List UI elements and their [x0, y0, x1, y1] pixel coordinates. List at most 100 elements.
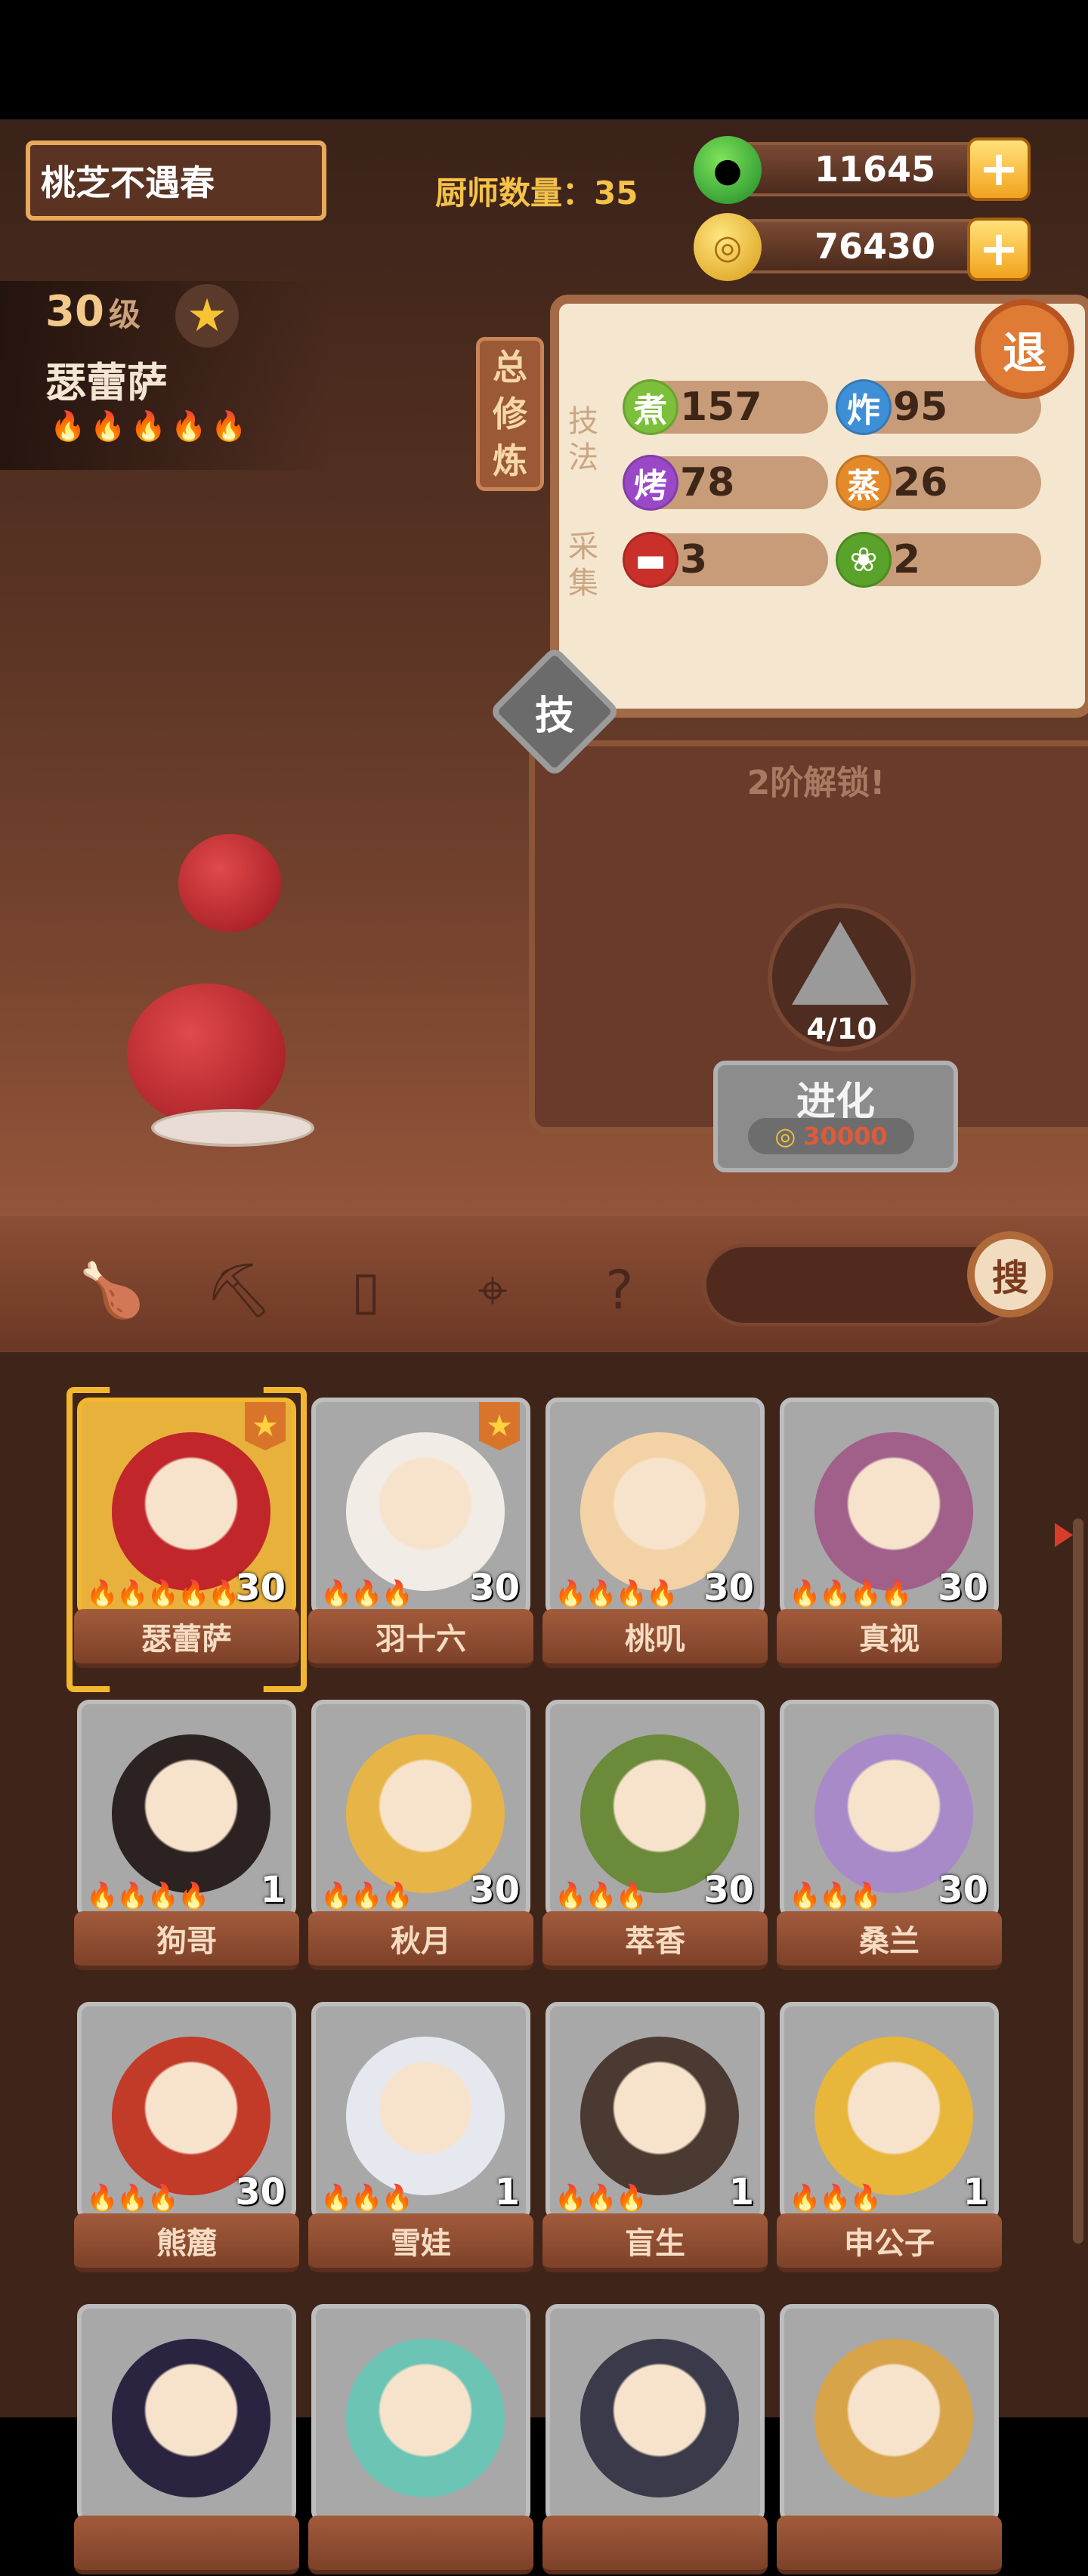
map-filter-icon[interactable]: ?	[583, 1254, 656, 1327]
chef-card[interactable]: 🔥🔥🔥 30 桑兰	[777, 1700, 1002, 1972]
chef-portrait: 🔥🔥🔥🔥 30	[546, 1398, 765, 1617]
shovel-filter-icon[interactable]: ⛏	[202, 1254, 275, 1327]
chef-card[interactable]: 🔥🔥🔥 1 盲生	[542, 2002, 768, 2274]
chef-level: 30	[235, 2171, 286, 2213]
chef-count: 厨师数量：35	[435, 175, 638, 212]
meat-filter-icon[interactable]: 🍗	[76, 1254, 148, 1327]
chef-level: 1	[494, 2171, 520, 2213]
chef-level: 1	[963, 2171, 988, 2213]
character-name: 瑟蕾萨	[45, 359, 168, 406]
exit-button[interactable]: 退	[975, 299, 1074, 399]
chef-portrait	[780, 2304, 999, 2523]
fry-icon: 炸	[836, 379, 892, 435]
chef-name: 真视	[777, 1609, 1002, 1668]
chef-level: 1	[260, 1869, 286, 1911]
chef-flames: 🔥🔥🔥	[320, 1881, 413, 1911]
evolution-material-icon	[792, 922, 889, 1005]
character-level: 30 级	[45, 287, 141, 336]
character-pedestal	[151, 1109, 314, 1147]
chef-name: 申公子	[777, 2213, 1002, 2272]
chef-avatar	[346, 2339, 505, 2497]
chef-card[interactable]: 🔥🔥🔥 30 秋月	[308, 1700, 533, 1972]
steam-icon: 蒸	[836, 455, 892, 511]
chef-flames: 🔥🔥🔥🔥🔥	[86, 1579, 240, 1609]
chef-name: 盲生	[542, 2213, 768, 2272]
chef-portrait	[311, 2304, 530, 2523]
chef-level: 30	[703, 1567, 754, 1609]
chef-name: 桑兰	[777, 1911, 1002, 1970]
chef-avatar	[112, 2339, 270, 2497]
chef-flames: 🔥🔥🔥🔥	[555, 1579, 678, 1609]
chef-portrait: 🔥🔥🔥 1	[546, 2002, 765, 2221]
chef-portrait	[546, 2304, 765, 2523]
chef-level: 30	[938, 1869, 988, 1911]
chef-card[interactable]: 🔥🔥🔥🔥 30 桃叽	[542, 1398, 768, 1669]
chef-level: 30	[235, 1567, 286, 1609]
search-button[interactable]: 搜	[967, 1231, 1053, 1317]
player-name-box[interactable]: 桃芝不遇春	[26, 141, 326, 221]
chef-portrait: ★ 🔥🔥🔥🔥🔥 30	[77, 1398, 296, 1617]
chef-card[interactable]	[777, 2304, 1002, 2576]
chef-avatar	[580, 2037, 739, 2195]
chef-name: 熊麓	[74, 2213, 299, 2272]
evolution-progress: 4/10	[806, 1012, 877, 1046]
gather-section-label: 采集	[568, 530, 598, 601]
chef-portrait: 🔥🔥🔥 30	[311, 1700, 530, 1919]
chef-level: 30	[703, 1869, 754, 1911]
chef-list-scrollbar[interactable]	[1073, 1518, 1083, 2244]
stat-boil: 煮 157	[623, 379, 828, 435]
chef-portrait: 🔥🔥🔥 30	[780, 1700, 999, 1919]
jade-value: 11645	[814, 149, 935, 190]
total-training-tab[interactable]: 总修炼	[476, 337, 544, 491]
chef-name: 雪娃	[308, 2213, 533, 2272]
coin-icon: ◎	[694, 213, 762, 281]
cherry-top-sprite	[178, 834, 281, 932]
jar-filter-icon[interactable]: ▯	[329, 1254, 402, 1327]
chef-avatar	[112, 1734, 270, 1893]
chef-name	[74, 2516, 299, 2574]
roast-icon: 烤	[623, 455, 678, 511]
chef-flames: 🔥🔥🔥	[320, 2183, 413, 2213]
chef-name: 萃香	[542, 1911, 768, 1970]
chef-portrait	[77, 2304, 296, 2523]
add-jade-button[interactable]: +	[967, 137, 1031, 201]
add-gold-button[interactable]: +	[967, 218, 1031, 281]
skill-button-label[interactable]: 技	[508, 665, 601, 758]
stat-roast: 烤 78	[623, 455, 828, 511]
chef-name	[777, 2516, 1002, 2574]
cherry-bottom-sprite	[127, 984, 286, 1126]
star-badge-icon: ★	[245, 1402, 286, 1450]
chef-card[interactable]: 🔥🔥🔥🔥 1 狗哥	[74, 1700, 299, 1972]
chef-name: 羽十六	[308, 1609, 533, 1668]
jade-icon: ●	[694, 136, 762, 204]
chef-card[interactable]	[74, 2304, 299, 2576]
chef-portrait: ★ 🔥🔥🔥 30	[311, 1398, 530, 1617]
chef-card[interactable]: 🔥🔥🔥 30 熊麓	[74, 2002, 299, 2274]
chef-flames: 🔥🔥🔥	[789, 1881, 882, 1911]
chef-card[interactable]: ★ 🔥🔥🔥🔥🔥 30 瑟蕾萨	[66, 1387, 307, 1692]
chef-level: 30	[469, 1869, 520, 1911]
location-filter-icon[interactable]: ⌖	[456, 1254, 529, 1327]
chef-card[interactable]: 🔥🔥🔥 1 雪娃	[308, 2002, 533, 2274]
chef-card[interactable]: 🔥🔥🔥🔥 30 真视	[777, 1398, 1002, 1669]
chef-flames: 🔥🔥🔥🔥	[789, 1579, 912, 1609]
chef-card[interactable]: ★ 🔥🔥🔥 30 羽十六	[308, 1398, 533, 1669]
gold-value: 76430	[814, 226, 935, 267]
chef-avatar	[814, 2037, 973, 2195]
meat-icon: ▬	[623, 532, 678, 588]
chef-portrait: 🔥🔥🔥🔥 30	[780, 1398, 999, 1617]
chef-flames: 🔥🔥🔥	[555, 2183, 648, 2213]
favorite-star-icon[interactable]: ★	[175, 284, 239, 347]
boil-icon: 煮	[623, 379, 678, 435]
chef-flames: 🔥🔥🔥	[555, 1881, 648, 1911]
star-badge-icon: ★	[479, 1402, 520, 1450]
chef-card[interactable]: 🔥🔥🔥 1 申公子	[777, 2002, 1002, 2274]
chef-card[interactable]	[542, 2304, 768, 2576]
chef-level: 30	[469, 1567, 520, 1609]
chef-card[interactable]: 🔥🔥🔥 30 萃香	[542, 1700, 768, 1972]
chef-portrait: 🔥🔥🔥🔥 1	[77, 1700, 296, 1919]
chef-name: 狗哥	[74, 1911, 299, 1970]
chef-level: 1	[728, 2171, 754, 2213]
chef-name: 桃叽	[542, 1609, 768, 1668]
chef-card[interactable]	[308, 2304, 533, 2576]
